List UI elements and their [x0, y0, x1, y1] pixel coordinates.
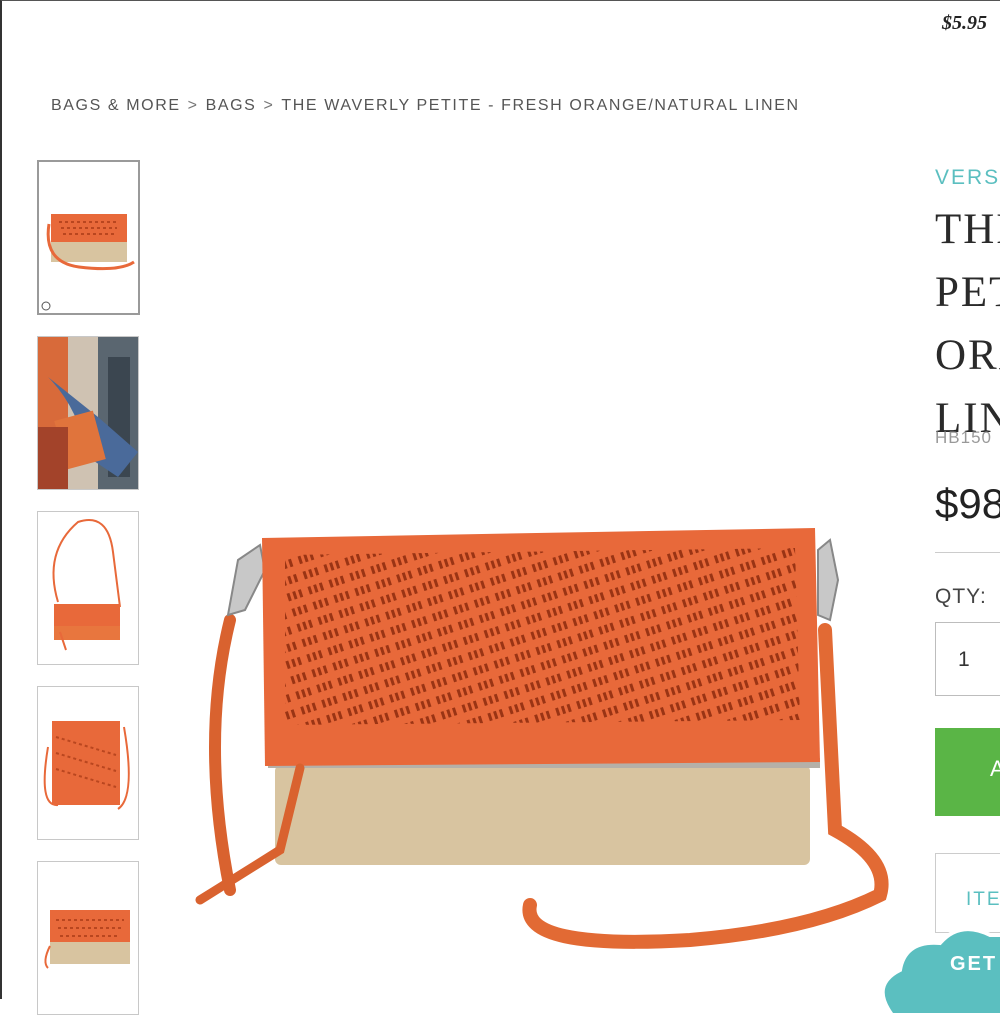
- breadcrumb-link-bags-more[interactable]: BAGS & MORE: [51, 97, 181, 115]
- chat-widget-label[interactable]: GET: [950, 953, 997, 976]
- thumbnail-gallery: [37, 160, 141, 1036]
- qty-input[interactable]: 1: [935, 622, 1000, 696]
- bag-folded-image: [44, 910, 130, 969]
- collection-label[interactable]: VERS: [935, 166, 1000, 190]
- qty-label: QTY:: [935, 585, 987, 608]
- breadcrumb: BAGS & MORE > BAGS > THE WAVERLY PETITE - FR…: [51, 97, 800, 115]
- product-info-panel: VERS THE PET ORA LIN HB150 $98 QTY: 1 A …: [935, 0, 1000, 1000]
- breadcrumb-current-page: THE WAVERLY PETITE - FRESH ORANGE/NATURA…: [281, 97, 800, 114]
- bag-front-image: [41, 214, 135, 311]
- breadcrumb-link-bags[interactable]: BAGS: [206, 97, 257, 115]
- breadcrumb-separator: >: [187, 97, 199, 114]
- add-to-bag-button[interactable]: A: [935, 728, 1000, 816]
- thumbnail-bag-front[interactable]: [37, 160, 140, 315]
- model-photo-image: [38, 337, 138, 489]
- product-sku: HB150: [935, 428, 992, 447]
- product-price: $98: [935, 480, 1000, 527]
- thumbnail-bag-unfolded[interactable]: [37, 686, 139, 840]
- divider: [935, 552, 1000, 553]
- product-title-line: PET: [935, 269, 1000, 316]
- breadcrumb-separator: >: [263, 97, 275, 114]
- thumbnail-bag-folded[interactable]: [37, 861, 139, 1015]
- bag-unfolded-image: [43, 721, 130, 810]
- thumbnail-model-wearing-bag[interactable]: [37, 336, 139, 490]
- product-title: THE PET ORA LIN: [935, 198, 1000, 450]
- product-main-image: [195, 528, 889, 949]
- product-title-line: ORA: [935, 332, 1000, 379]
- thumbnail-bag-crossbody-strap[interactable]: [37, 511, 139, 665]
- bag-strap-image: [52, 519, 121, 651]
- product-title-line: THE: [935, 206, 1000, 253]
